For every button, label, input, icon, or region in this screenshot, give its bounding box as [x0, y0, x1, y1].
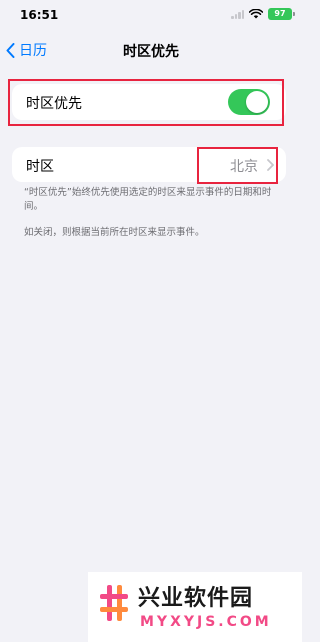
status-bar: 16:51 97	[0, 0, 302, 30]
status-time: 16:51	[20, 8, 59, 22]
wifi-icon	[249, 9, 263, 19]
battery-icon: 97	[268, 8, 295, 20]
footnote-off-description: 如关闭，则根据当前所在时区来显示事件。	[24, 227, 205, 238]
watermark: 兴业软件园 MYXYJS.COM	[88, 572, 302, 642]
watermark-domain: MYXYJS.COM	[140, 614, 272, 630]
watermark-logo-icon	[100, 585, 128, 621]
highlight-box-timezone	[197, 147, 278, 184]
watermark-title: 兴业软件园	[138, 586, 254, 611]
signal-icon	[231, 9, 244, 19]
footnote-description: “时区优先”始终优先使用选定的时区来显示事件的日期和时间。	[24, 187, 272, 212]
highlight-box-toggle	[8, 79, 284, 126]
timezone-label: 时区	[26, 159, 54, 175]
page-title: 时区优先	[123, 44, 179, 60]
status-icons: 97	[231, 8, 295, 20]
navigation-bar: 日历 时区优先	[0, 34, 302, 66]
